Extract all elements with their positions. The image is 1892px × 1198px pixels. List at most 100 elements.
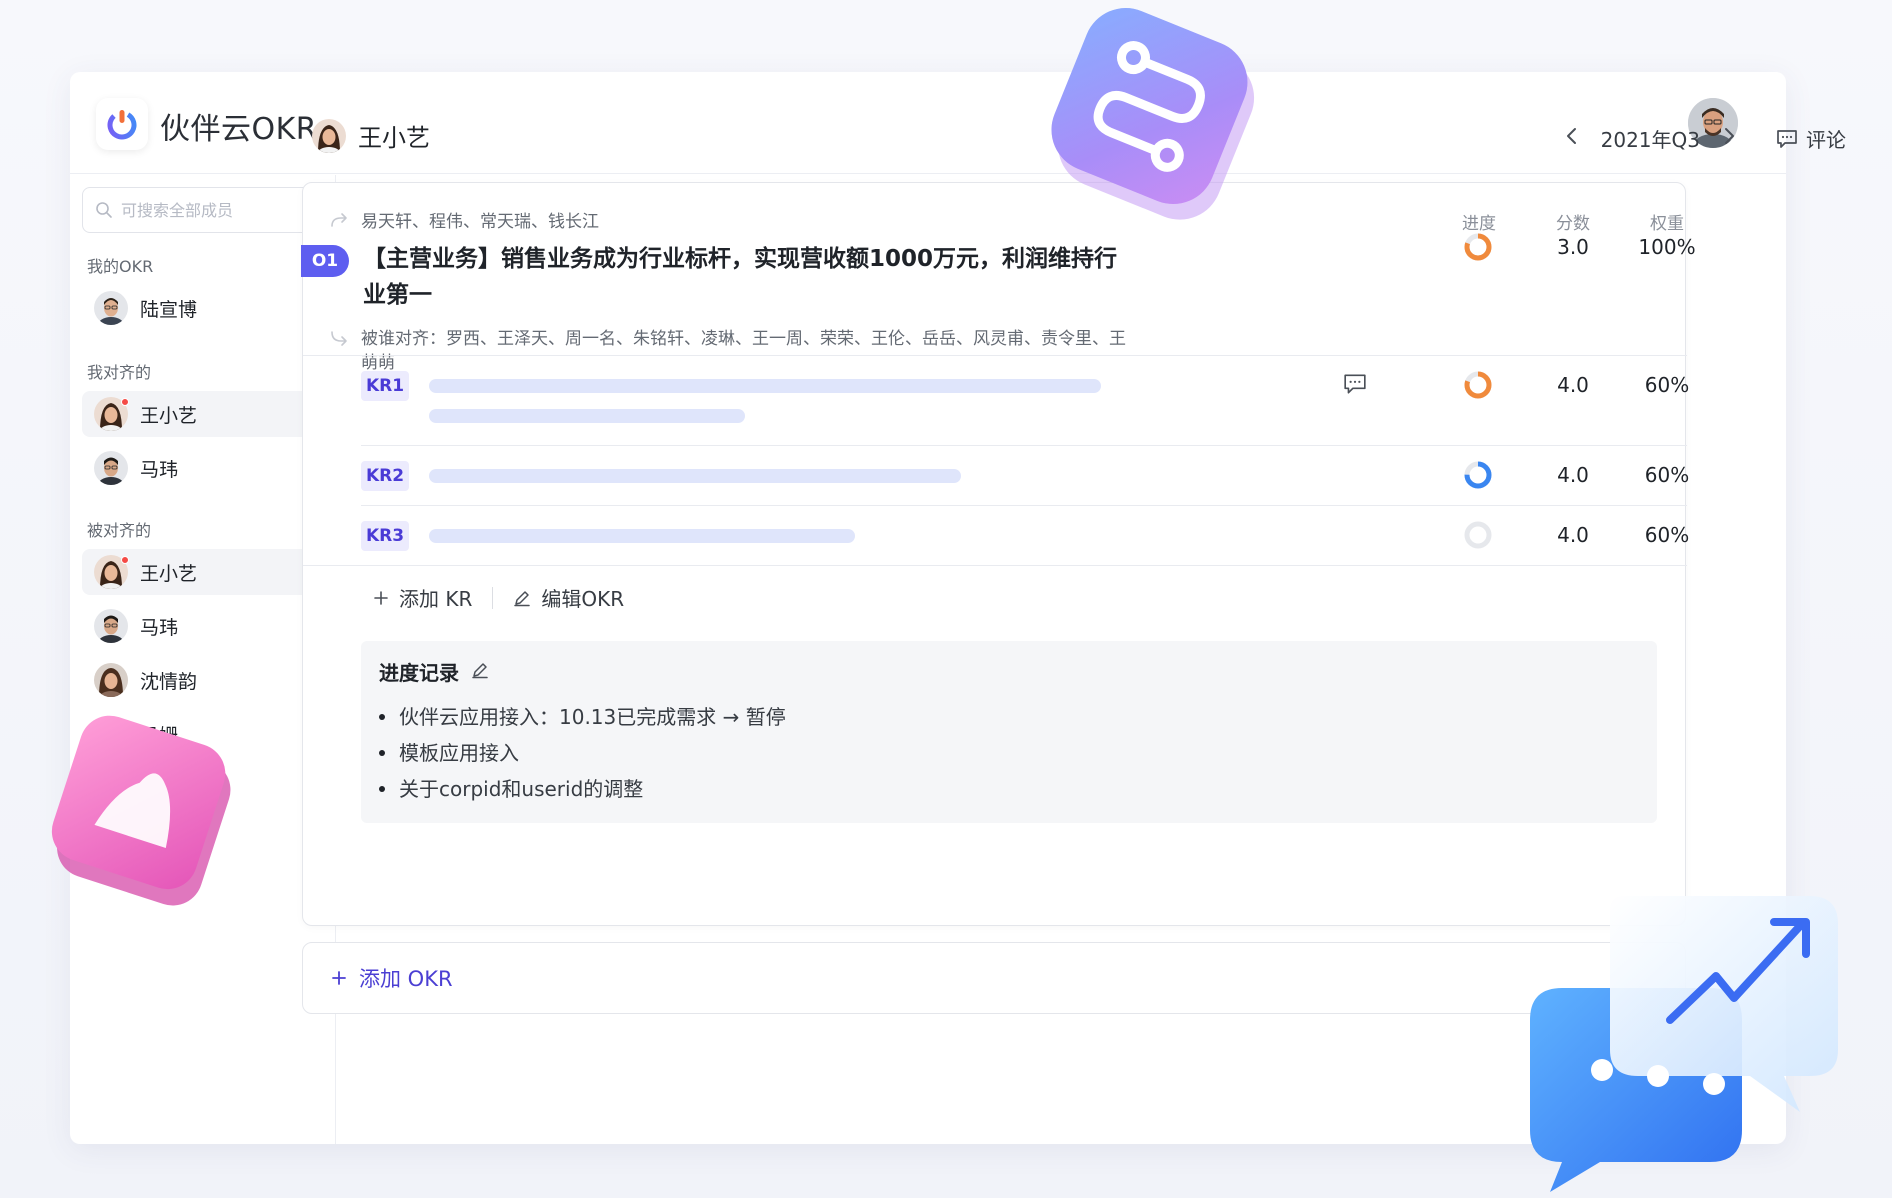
- kr1-score: 4.0: [1557, 373, 1589, 397]
- objective-score: 3.0: [1557, 235, 1589, 259]
- action-separator: [492, 586, 494, 609]
- search-input[interactable]: [121, 200, 301, 220]
- section-aligned-to: 我对齐的: [87, 363, 152, 382]
- sidebar-item-aligned-by-lvshan[interactable]: 吕姗: [82, 711, 324, 757]
- progress-log-header: 进度记录: [379, 657, 489, 686]
- aligned-down-label: 被谁对齐：: [361, 329, 446, 349]
- sidebar-item-label: 王小艺: [140, 562, 198, 585]
- objective-title[interactable]: 【主营业务】销售业务成为行业标杆，实现营收额1000万元，利润维持行业第一: [363, 241, 1123, 313]
- avatar: [94, 291, 128, 325]
- kr2-weight: 60%: [1644, 463, 1690, 487]
- aligned-up-row: 易天轩、程伟、常天瑞、钱长江: [329, 207, 599, 232]
- app-logo[interactable]: [96, 98, 148, 150]
- progress-log-item: 伙伴云应用接入：10.13已完成需求 → 暂停: [399, 705, 786, 729]
- kr1-progress-ring: [1464, 371, 1492, 399]
- sidebar-item-aligned-to-mawei[interactable]: 马玮: [82, 445, 324, 491]
- chevron-right-icon: [1725, 128, 1734, 144]
- kr2-progress-ring: [1464, 461, 1492, 489]
- app-title: 伙伴云OKR: [160, 112, 318, 147]
- progress-log-item: 关于corpid和userid的调整: [399, 777, 644, 801]
- sidebar-item-aligned-by-mawei[interactable]: 马玮: [82, 603, 324, 649]
- column-score: 分数: [1556, 214, 1590, 234]
- kr3-score: 4.0: [1557, 523, 1589, 547]
- progress-ring-track: [1464, 521, 1492, 549]
- sidebar-item-aligned-by-shenqingyun[interactable]: 沈情韵: [82, 657, 324, 703]
- okr-owner-header: 王小艺: [312, 118, 430, 153]
- avatar: [94, 555, 129, 589]
- prev-quarter-button[interactable]: [1565, 126, 1579, 151]
- list-item: 伙伴云应用接入：10.13已完成需求 → 暂停: [379, 699, 786, 735]
- divider: [361, 505, 1687, 506]
- objective-weight: 100%: [1638, 235, 1696, 259]
- kr2-score: 4.0: [1557, 463, 1589, 487]
- kr2-badge: KR2: [361, 461, 409, 491]
- divider: [361, 445, 1687, 446]
- aligned-down-row: 被谁对齐：罗西、王泽天、周一名、朱铭轩、凌琳、王一周、荣荣、王伦、岳岳、风灵甫、…: [329, 327, 1209, 375]
- avatar: [94, 451, 128, 485]
- aligned-down-names: 罗西、王泽天、周一名、朱铭轩、凌琳、王一周、荣荣、王伦、岳岳、风灵甫、责令里、王…: [361, 329, 1126, 373]
- kr2-content-placeholder[interactable]: [429, 469, 961, 483]
- okr-actions: 添加 KR 编辑OKR: [373, 583, 624, 612]
- quarter-navigation: 2021年Q3 评论: [1565, 124, 1846, 153]
- power-logo-icon: [107, 110, 137, 140]
- divider: [303, 565, 1687, 566]
- kr3-weight: 60%: [1644, 523, 1690, 547]
- sidebar-item-label: 陆宣博: [140, 298, 198, 321]
- sidebar-item-label: 王小艺: [140, 404, 198, 427]
- sidebar-item-aligned-by-wangxiaoyi[interactable]: 王小艺: [82, 549, 324, 595]
- sidebar-item-label: 马玮: [140, 616, 179, 639]
- comment-icon: [1777, 129, 1797, 148]
- return-arrow-icon: [331, 331, 347, 346]
- edit-progress-button[interactable]: [471, 660, 489, 684]
- unread-dot: [121, 398, 129, 406]
- kr3-content-placeholder[interactable]: [429, 529, 855, 543]
- kr3-badge: KR3: [361, 521, 409, 551]
- owner-name: 王小艺: [358, 124, 430, 152]
- unread-dot: [121, 556, 129, 564]
- progress-log-list: 伙伴云应用接入：10.13已完成需求 → 暂停 模板应用接入 关于corpid和…: [379, 699, 786, 807]
- edit-okr-button[interactable]: 编辑OKR: [513, 583, 624, 612]
- sidebar-item-label: 马玮: [140, 458, 179, 481]
- avatar: [94, 397, 129, 431]
- sidebar-item-label: 吕姗: [140, 724, 179, 747]
- kr3-progress-ring: [1464, 521, 1492, 549]
- comment-button[interactable]: 评论: [1776, 124, 1846, 153]
- divider: [303, 355, 1687, 356]
- add-okr-button[interactable]: 添加 OKR: [302, 942, 1686, 1014]
- sidebar-item-aligned-to-wangxiaoyi[interactable]: 王小艺: [82, 391, 324, 437]
- list-item: 模板应用接入: [379, 735, 786, 771]
- current-quarter: 2021年Q3: [1600, 128, 1700, 152]
- progress-log-title: 进度记录: [379, 661, 459, 685]
- sidebar-item-my-okr[interactable]: 陆宣博: [82, 285, 324, 331]
- forward-arrow-icon: [331, 212, 347, 227]
- aligned-up-names: 易天轩、程伟、常天瑞、钱长江: [361, 212, 599, 232]
- section-aligned-by: 被对齐的: [87, 521, 152, 540]
- objective-progress-ring: [1464, 233, 1492, 261]
- chevron-left-icon: [1566, 128, 1576, 144]
- kr1-content-placeholder[interactable]: [429, 379, 1101, 393]
- sidebar: 我的OKR 陆宣博 我对齐的 王小艺 马玮 被对齐的: [70, 175, 336, 1144]
- kr1-badge: KR1: [361, 371, 409, 401]
- objective-card: 进度 分数 权重 易天轩、程伟、常天瑞、钱长江 O1 【主营业务】销售业务成为行…: [301, 182, 1696, 926]
- member-search[interactable]: [82, 187, 324, 233]
- avatar: [94, 717, 128, 751]
- list-item: 关于corpid和userid的调整: [379, 771, 786, 807]
- section-my-okr: 我的OKR: [87, 257, 154, 276]
- pencil-icon: [514, 590, 531, 606]
- progress-log-item: 模板应用接入: [399, 741, 519, 765]
- pencil-icon: [472, 662, 488, 678]
- plus-icon: [374, 590, 388, 605]
- edit-okr-label: 编辑OKR: [541, 587, 625, 611]
- add-kr-button[interactable]: 添加 KR: [373, 583, 472, 612]
- search-icon: [96, 202, 112, 218]
- next-quarter-button[interactable]: [1722, 126, 1736, 151]
- aligned-down-text: 被谁对齐：罗西、王泽天、周一名、朱铭轩、凌琳、王一周、荣荣、王伦、岳岳、风灵甫、…: [361, 327, 1141, 375]
- objective-badge: O1: [301, 245, 349, 277]
- sidebar-item-label: 沈情韵: [140, 670, 198, 693]
- kr1-content-placeholder-line2: [429, 409, 745, 423]
- kr1-comment-button[interactable]: [1343, 373, 1367, 399]
- add-kr-label: 添加 KR: [399, 587, 473, 611]
- add-okr-label: 添加 OKR: [359, 967, 453, 991]
- progress-log: 进度记录 伙伴云应用接入：10.13已完成需求 → 暂停 模板应用接入 关于co…: [361, 641, 1657, 823]
- plus-icon: [332, 971, 346, 985]
